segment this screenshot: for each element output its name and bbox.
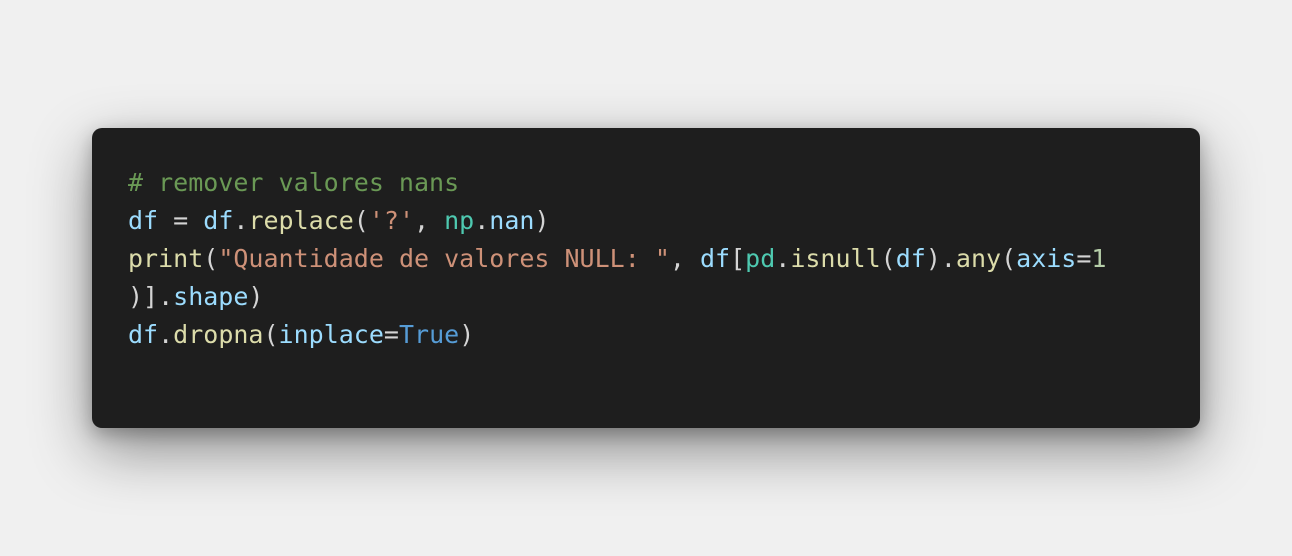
code-line: df = df.replace('?', np.nan) [128,202,1106,240]
code-token: ) [248,282,264,311]
code-token: , [669,244,700,273]
code-token: df [895,244,926,273]
code-token: , [414,206,445,235]
code-token: dropna [173,320,264,349]
code-token: print [128,244,204,273]
code-token: replace [248,206,354,235]
code-token: = [158,206,204,235]
code-token: pd [745,244,776,273]
code-token: ( [353,206,369,235]
code-token: ( [263,320,279,349]
code-token: . [158,320,174,349]
code-snippet-card: # remover valores nans df = df.replace('?… [92,128,1200,428]
code-token: nan [489,206,535,235]
code-token: ( [1001,244,1017,273]
code-token: any [955,244,1002,273]
code-token: '?' [368,206,415,235]
code-token: isnull [790,244,881,273]
code-token: df [203,206,234,235]
code-token: . [474,206,490,235]
code-token: ( [203,244,219,273]
code-token: inplace [278,320,384,349]
code-line: )].shape) [128,278,1106,316]
code-token: df [128,320,159,349]
code-token: shape [173,282,249,311]
code-token: [ [730,244,746,273]
code-token: df [699,244,731,273]
code-token: = [383,320,399,349]
code-token: ). [925,244,956,273]
code-token: ( [880,244,896,273]
code-token: np [444,206,475,235]
code-token: axis [1016,244,1077,273]
code-line: # remover valores nans [128,164,1106,202]
code-token: 1 [1091,244,1107,273]
code-token: = [1076,244,1092,273]
code-token: . [775,244,791,273]
code-token: ) [534,206,550,235]
code-token: . [233,206,249,235]
code-token: # remover valores nans [128,168,460,197]
code-block: # remover valores nans df = df.replace('?… [128,164,1106,354]
code-token: df [128,206,159,235]
code-line: print("Quantidade de valores NULL: ", df… [128,240,1106,278]
code-token: "Quantidade de valores NULL: " [218,244,670,273]
code-line: df.dropna(inplace=True) [128,316,1106,354]
code-token: ) [459,320,475,349]
code-token: )]. [128,282,174,311]
code-token: True [398,320,460,349]
